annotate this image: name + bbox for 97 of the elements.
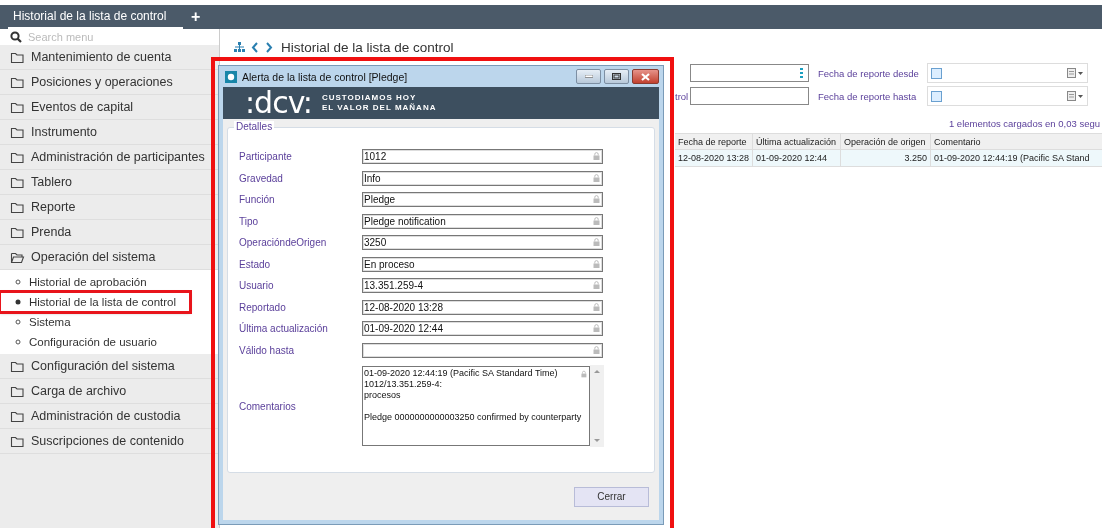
table-cell-text: 01-09-2020 12:44:19 (Pacific SA Stand xyxy=(933,152,1091,165)
text-field[interactable]: Info xyxy=(362,170,603,186)
text-field[interactable]: En proceso xyxy=(362,256,603,272)
window-title: Alerta de la lista de control [Pledge] xyxy=(242,70,408,83)
bullet-icon xyxy=(15,339,21,345)
search-icon xyxy=(10,31,22,43)
folder-icon xyxy=(10,50,25,64)
close-button[interactable] xyxy=(632,69,659,84)
maximize-button[interactable] xyxy=(604,69,629,84)
page-title: Historial de la lista de control xyxy=(281,39,454,55)
folder-icon xyxy=(10,434,25,448)
status-text: 1 elementos cargados en 0,03 segu xyxy=(948,118,1100,129)
lock-icon xyxy=(593,216,600,225)
lock-icon xyxy=(593,281,600,290)
lock-icon xyxy=(593,259,600,268)
folder-icon xyxy=(10,200,25,214)
folder-icon xyxy=(10,225,25,239)
add-tab-button[interactable]: + xyxy=(183,5,209,29)
filter-label: trol xyxy=(675,90,690,102)
folder-icon xyxy=(10,175,25,189)
app-icon xyxy=(225,70,237,83)
filter-label: Fecha de reporte hasta xyxy=(818,90,918,102)
logo-text: :dcv: xyxy=(245,88,312,118)
folder-icon xyxy=(10,125,25,139)
text-field[interactable]: 1012 xyxy=(362,149,603,165)
field-label: OperacióndeOrigen xyxy=(239,237,328,249)
field-label: Última actualización xyxy=(239,323,329,335)
restore-icon xyxy=(612,73,621,80)
field-label: Comentarios xyxy=(239,400,297,412)
lock-icon xyxy=(593,173,600,182)
text-field[interactable] xyxy=(362,342,603,358)
bullet-icon xyxy=(15,279,21,285)
checkbox[interactable] xyxy=(931,67,942,79)
bullet-icon xyxy=(15,299,21,305)
submenu-item[interactable]: Historial de la lista de control xyxy=(0,292,190,312)
lock-icon xyxy=(593,324,600,333)
folder-icon xyxy=(10,150,25,164)
table-cell: 12-08-2020 13:28 xyxy=(675,150,753,166)
lock-icon xyxy=(593,345,600,354)
bullet-icon xyxy=(15,319,21,325)
group-label: Detalles xyxy=(234,121,275,132)
submenu-item[interactable]: Configuración de usuario xyxy=(0,332,185,352)
lock-icon xyxy=(593,238,600,247)
table-cell: 3.250 xyxy=(841,150,931,166)
hierarchy-icon xyxy=(234,42,245,52)
text-field[interactable]: 12-08-2020 13:28 xyxy=(362,299,603,315)
close-dialog-button[interactable]: Cerrar xyxy=(574,486,649,507)
text-field[interactable]: Pledge xyxy=(362,192,603,208)
comment-line: procesos xyxy=(364,390,402,401)
lock-icon xyxy=(593,195,600,204)
comment-line: 1012/13.351.259-4: xyxy=(364,379,444,390)
field-label: Participante xyxy=(239,151,293,163)
field-label: Gravedad xyxy=(239,172,284,184)
picker-icon xyxy=(800,68,803,78)
filter-field[interactable] xyxy=(690,87,809,105)
field-label: Válido hasta xyxy=(239,344,296,356)
folder-icon xyxy=(10,409,25,423)
field-label: Estado xyxy=(239,258,272,270)
folder-icon xyxy=(10,75,25,89)
lock-icon xyxy=(593,302,600,311)
folder-icon xyxy=(10,384,25,398)
filter-field[interactable] xyxy=(690,64,809,82)
checkbox[interactable] xyxy=(931,90,942,102)
lock-icon xyxy=(593,152,600,161)
text-field[interactable]: 01-09-2020 12:44 xyxy=(362,321,603,337)
tagline-text: EL VALOR DEL MAÑANA xyxy=(321,103,437,113)
field-label: Tipo xyxy=(239,215,260,227)
field-label: Reportado xyxy=(239,301,287,313)
text-field[interactable]: Pledge notification xyxy=(362,213,603,229)
forward-icon[interactable] xyxy=(265,41,273,53)
filter-label: Fecha de reporte desde xyxy=(818,67,920,79)
column-header[interactable]: Comentario xyxy=(931,134,1102,149)
comment-line: 01-09-2020 12:44:19 (Pacific SA Standard Time) xyxy=(364,368,559,379)
comment-line: Pledge 0000000000003250 confirmed by counterparty xyxy=(364,412,582,423)
date-field[interactable] xyxy=(927,63,1088,83)
open-folder-icon xyxy=(10,250,25,264)
submenu-item[interactable]: Sistema xyxy=(0,312,185,332)
calendar-dropdown-icon xyxy=(1067,68,1084,78)
field-label: Usuario xyxy=(239,280,275,292)
date-field[interactable] xyxy=(927,86,1088,106)
minimize-icon xyxy=(584,75,593,78)
scrollbar-icon xyxy=(590,365,604,447)
text-field[interactable]: 3250 xyxy=(362,235,603,251)
table-cell: 01-09-2020 12:44 xyxy=(753,150,841,166)
comments-field[interactable]: 01-09-2020 12:44:19 (Pacific SA Standard Time) 1012/13.351.259-4: procesos Pledge 0000000000003250 confirmed by counterparty xyxy=(362,366,590,446)
field-label: Función xyxy=(239,194,276,206)
close-icon xyxy=(641,72,650,81)
folder-icon xyxy=(10,100,25,114)
folder-icon xyxy=(10,359,25,373)
back-icon[interactable] xyxy=(251,41,259,53)
menu-item[interactable]: Mantenimiento de cuenta xyxy=(0,45,219,70)
tagline-text: CUSTODIAMOS HOY xyxy=(321,93,418,103)
search-bar[interactable]: Search menu xyxy=(0,29,219,45)
lock-icon xyxy=(581,370,587,378)
calendar-dropdown-icon xyxy=(1067,91,1084,101)
submenu-item[interactable]: Historial de aprobación xyxy=(0,272,185,292)
text-field[interactable]: 13.351.259-4 xyxy=(362,278,603,294)
